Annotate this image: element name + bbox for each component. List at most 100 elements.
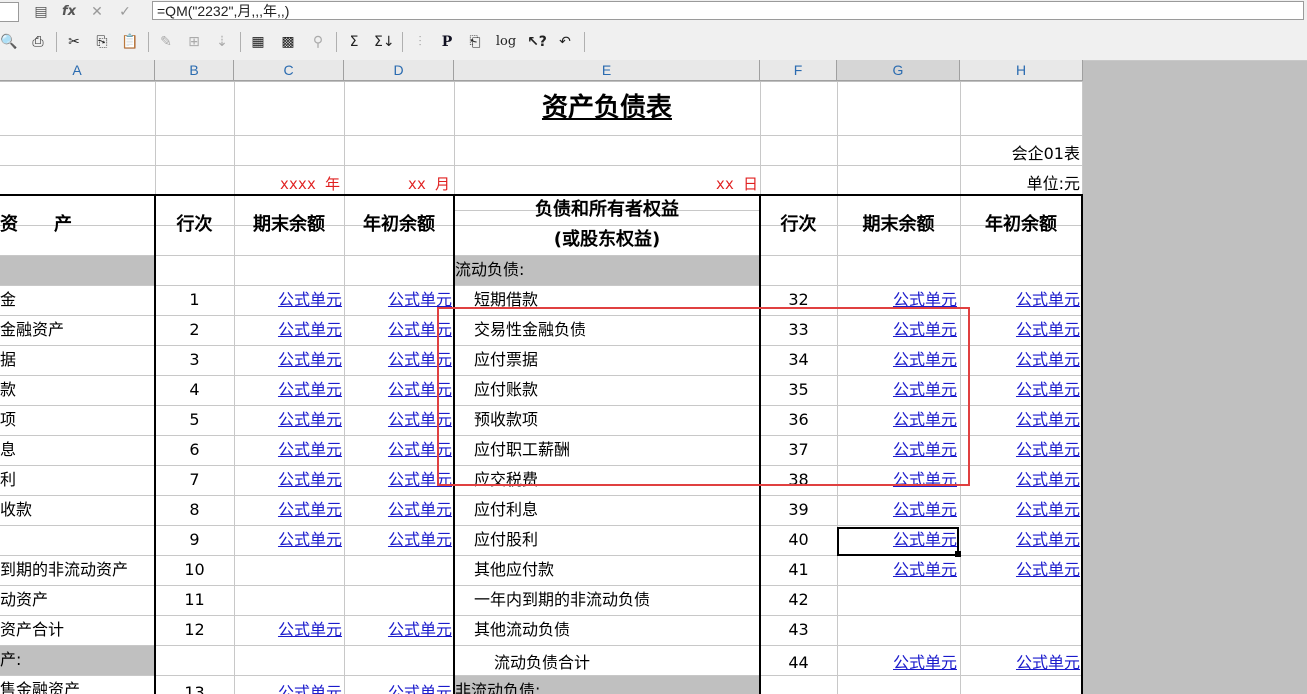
formula-cell[interactable]: 公式单元 (837, 495, 957, 525)
sum-all-icon[interactable]: Σ↓ (374, 32, 395, 52)
liability-label[interactable]: 应付利息 (474, 495, 538, 525)
asset-label[interactable]: 据 (0, 345, 16, 375)
liability-label[interactable]: 应付账款 (474, 375, 538, 405)
row-number[interactable]: 32 (760, 285, 837, 315)
grid-icon[interactable]: ▩ (278, 32, 298, 52)
formula-cell[interactable]: 公式单元 (837, 465, 957, 495)
asset-label[interactable]: 金 (0, 285, 16, 315)
formula-cell[interactable]: 公式单元 (960, 465, 1080, 495)
row-number[interactable]: 9 (155, 525, 234, 555)
asset-label[interactable]: 收款 (0, 495, 32, 525)
row-number[interactable]: 8 (155, 495, 234, 525)
row-number[interactable]: 43 (760, 615, 837, 645)
formula-cell[interactable]: 公式单元 (837, 648, 957, 678)
formula-cell[interactable]: 公式单元 (344, 285, 452, 315)
formula-cell[interactable]: 公式单元 (234, 375, 342, 405)
formula-cell[interactable]: 公式单元 (234, 315, 342, 345)
asset-label[interactable]: 息 (0, 435, 16, 465)
cell-name-box[interactable] (0, 2, 19, 22)
formula-cell[interactable]: 公式单元 (234, 615, 342, 645)
formula-cell[interactable]: 公式单元 (960, 495, 1080, 525)
row-number[interactable]: 37 (760, 435, 837, 465)
row-number[interactable]: 12 (155, 615, 234, 645)
row-number[interactable]: 36 (760, 405, 837, 435)
column-header-e[interactable]: E (454, 60, 760, 81)
insert-row-icon[interactable]: ⊞ (184, 32, 204, 52)
formula-cell[interactable]: 公式单元 (837, 435, 957, 465)
row-number[interactable]: 11 (155, 585, 234, 615)
formula-cell[interactable]: 公式单元 (344, 375, 452, 405)
confirm-icon[interactable]: ✓ (116, 3, 134, 21)
row-number[interactable]: 33 (760, 315, 837, 345)
formula-cell[interactable]: 公式单元 (837, 315, 957, 345)
formula-cell[interactable]: 公式单元 (344, 495, 452, 525)
formula-cell[interactable]: 公式单元 (234, 345, 342, 375)
row-number[interactable]: 39 (760, 495, 837, 525)
asset-section-label[interactable]: 产: (0, 645, 21, 675)
selected-cell[interactable] (837, 527, 959, 556)
formula-cell[interactable]: 公式单元 (960, 285, 1080, 315)
chart-icon[interactable]: ⫶ (410, 32, 430, 52)
liability-label[interactable]: 应付票据 (474, 345, 538, 375)
asset-label[interactable]: 售金融资产 (0, 675, 80, 694)
formula-cell[interactable]: 公式单元 (344, 315, 452, 345)
formula-cell[interactable]: 公式单元 (344, 405, 452, 435)
column-header-c[interactable]: C (234, 60, 344, 81)
table-icon[interactable]: ▦ (248, 32, 268, 52)
asset-label[interactable]: 项 (0, 405, 16, 435)
format-painter-icon[interactable]: ✎ (156, 32, 176, 52)
formula-cell[interactable]: 公式单元 (960, 648, 1080, 678)
liability-label[interactable]: 其他流动负债 (474, 615, 570, 645)
row-number[interactable]: 44 (760, 648, 837, 678)
column-header-h[interactable]: H (960, 60, 1083, 81)
row-number[interactable]: 42 (760, 585, 837, 615)
formula-cell[interactable]: 公式单元 (344, 435, 452, 465)
spreadsheet-grid[interactable]: 资产负债表 会企01表 xxxx 年 xx 月 xx 日 单位:元 资 产 行次… (0, 82, 1083, 694)
row-number[interactable]: 38 (760, 465, 837, 495)
p-icon[interactable]: P (440, 32, 454, 52)
column-header-g[interactable]: G (837, 60, 960, 81)
liability-label[interactable]: 应交税费 (474, 465, 538, 495)
asset-label[interactable]: 金融资产 (0, 315, 64, 345)
row-number[interactable]: 4 (155, 375, 234, 405)
formula-cell[interactable]: 公式单元 (960, 405, 1080, 435)
formula-cell[interactable]: 公式单元 (344, 615, 452, 645)
liability-label[interactable]: 应付职工薪酬 (474, 435, 570, 465)
liability-label[interactable]: 交易性金融负债 (474, 315, 586, 345)
formula-cell[interactable]: 公式单元 (837, 405, 957, 435)
formula-cell[interactable]: 公式单元 (837, 285, 957, 315)
print-icon[interactable]: ⎙ (28, 32, 48, 52)
sort-icon[interactable]: ⇣ (212, 32, 232, 52)
function-icon[interactable]: fx (60, 3, 78, 21)
formula-cell[interactable]: 公式单元 (837, 375, 957, 405)
formula-cell[interactable]: 公式单元 (234, 465, 342, 495)
copy-icon[interactable]: ⎘ (92, 32, 112, 52)
column-header-f[interactable]: F (760, 60, 837, 81)
asset-label[interactable]: 资产合计 (0, 615, 64, 645)
liability-label[interactable]: 其他应付款 (474, 555, 554, 585)
formula-cell[interactable]: 公式单元 (960, 525, 1080, 555)
formula-cell[interactable]: 公式单元 (234, 435, 342, 465)
asset-label[interactable]: 利 (0, 465, 16, 495)
row-number[interactable]: 5 (155, 405, 234, 435)
row-number[interactable]: 40 (760, 525, 837, 555)
row-number[interactable]: 2 (155, 315, 234, 345)
formula-cell[interactable]: 公式单元 (960, 315, 1080, 345)
paste-icon[interactable]: 📋 (120, 32, 140, 52)
liability-label[interactable]: 短期借款 (474, 285, 538, 315)
column-header-a[interactable]: A (0, 60, 155, 81)
liability-section-label[interactable]: 流动负债: (455, 255, 524, 285)
formula-cell[interactable]: 公式单元 (837, 345, 957, 375)
print-preview-icon[interactable]: 🔍 (0, 32, 18, 52)
fill-handle[interactable] (955, 551, 961, 557)
formula-cell[interactable]: 公式单元 (234, 405, 342, 435)
asset-label[interactable]: 款 (0, 375, 16, 405)
formula-cell[interactable]: 公式单元 (344, 525, 452, 555)
asset-label[interactable]: 到期的非流动资产 (0, 555, 128, 585)
row-number[interactable]: 7 (155, 465, 234, 495)
formula-cell[interactable]: 公式单元 (234, 495, 342, 525)
liability-label[interactable]: 预收款项 (474, 405, 538, 435)
formula-cell[interactable]: 公式单元 (837, 555, 957, 585)
formula-cell[interactable]: 公式单元 (960, 375, 1080, 405)
formula-cell[interactable]: 公式单元 (344, 678, 452, 694)
